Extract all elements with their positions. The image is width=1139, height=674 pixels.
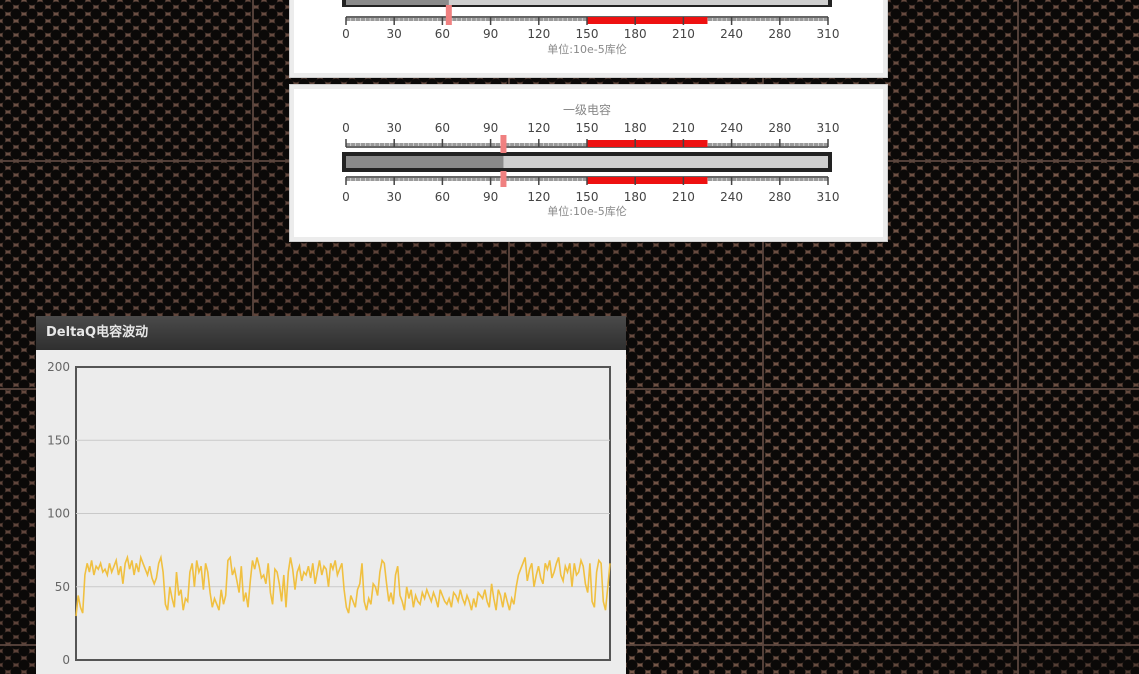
tick-label: 0 — [342, 121, 350, 135]
tick-label: 150 — [576, 190, 599, 204]
tick-label: 60 — [435, 27, 450, 41]
line-chart: 0 50 100 150 200 — [47, 360, 611, 667]
y-tick-label: 200 — [47, 360, 70, 374]
gauge-pointer-bottom — [500, 171, 507, 187]
y-tick-label: 0 — [62, 653, 70, 667]
linear-gauge: 一级电容 单位:10e-5库伦 0 30 60 90 120 150 180 210 240 28… — [342, 102, 840, 218]
tick-label: 180 — [624, 27, 647, 41]
tick-label: 30 — [387, 27, 402, 41]
linear-gauge: 单位:10e-5库伦 0 30 60 90 120 150 180 210 240 280 310 — [342, 0, 840, 56]
tick-label: 240 — [720, 27, 743, 41]
tick-label: 210 — [672, 27, 695, 41]
tick-label: 120 — [527, 190, 550, 204]
tick-label: 310 — [817, 190, 840, 204]
alarm-band — [587, 177, 708, 184]
gauge-panel-2: 一级电容 单位:10e-5库伦 0 30 60 90 120 150 180 210 240 28… — [289, 84, 888, 242]
gauge-pointer — [445, 5, 452, 25]
gauge-unit: 单位:10e-5库伦 — [547, 42, 626, 56]
alarm-band — [587, 140, 708, 147]
deltaq-chart-panel: DeltaQ电容波动 0 50 100 150 200 — [36, 316, 626, 674]
tick-label: 90 — [483, 190, 498, 204]
gauge-bar-fill — [346, 0, 449, 5]
y-tick-label: 50 — [55, 580, 70, 594]
tick-label: 210 — [672, 190, 695, 204]
tick-label: 240 — [720, 190, 743, 204]
tick-label: 30 — [387, 190, 402, 204]
tick-label: 180 — [624, 190, 647, 204]
tick-label: 90 — [483, 121, 498, 135]
y-tick-label: 150 — [47, 433, 70, 447]
tick-label: 180 — [624, 121, 647, 135]
tick-label: 240 — [720, 121, 743, 135]
tick-label: 280 — [768, 190, 791, 204]
tick-label: 280 — [768, 27, 791, 41]
y-tick-label: 100 — [47, 507, 70, 521]
tick-label: 120 — [527, 27, 550, 41]
alarm-band — [587, 17, 708, 24]
tick-label: 60 — [435, 190, 450, 204]
tick-label: 150 — [576, 27, 599, 41]
tick-label: 0 — [342, 27, 350, 41]
gauge-bar-fill — [346, 156, 504, 168]
tick-label: 310 — [817, 121, 840, 135]
tick-label: 120 — [527, 121, 550, 135]
tick-label: 280 — [768, 121, 791, 135]
gauge-unit: 单位:10e-5库伦 — [547, 204, 626, 218]
tick-label: 310 — [817, 27, 840, 41]
gauge-title: 一级电容 — [563, 102, 611, 117]
plate-seam — [1017, 0, 1019, 674]
tick-label: 0 — [342, 190, 350, 204]
tick-label: 60 — [435, 121, 450, 135]
tick-label: 90 — [483, 27, 498, 41]
chart-header: DeltaQ电容波动 — [36, 316, 626, 350]
tick-label: 210 — [672, 121, 695, 135]
gauge-panel-1: 单位:10e-5库伦 0 30 60 90 120 150 180 210 240 280 310 — [289, 0, 888, 78]
gauge-pointer-top — [500, 135, 507, 153]
tick-label: 150 — [576, 121, 599, 135]
tick-label: 30 — [387, 121, 402, 135]
